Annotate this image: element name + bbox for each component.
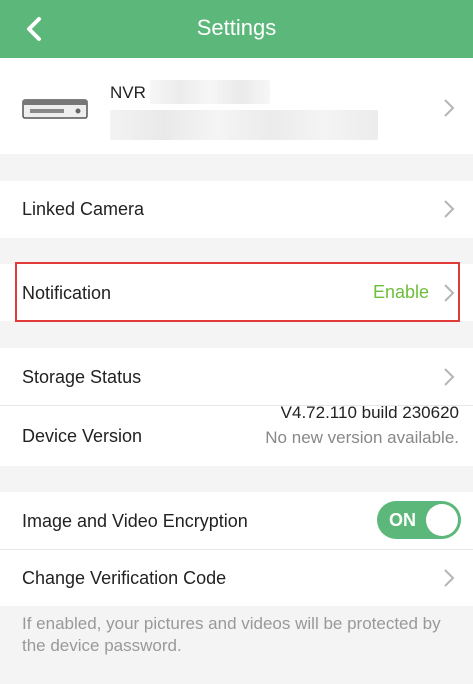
blurred-device-info <box>110 110 378 140</box>
linked-camera-label: Linked Camera <box>22 199 145 219</box>
blurred-device-info <box>150 80 270 104</box>
toggle-knob <box>426 504 458 536</box>
encryption-label: Image and Video Encryption <box>22 511 248 531</box>
change-code-label: Change Verification Code <box>22 568 227 588</box>
highlight-box <box>15 262 460 322</box>
chevron-right-icon <box>443 199 455 219</box>
chevron-right-icon <box>443 568 455 588</box>
toggle-state-label: ON <box>389 510 416 530</box>
version-note: No new version available. <box>265 428 459 447</box>
encryption-note: If enabled, your pictures and videos wil… <box>22 614 441 655</box>
page-title: Settings <box>196 15 277 40</box>
chevron-right-icon <box>443 98 455 118</box>
linked-camera-row[interactable]: Linked Camera <box>0 181 473 238</box>
change-code-row[interactable]: Change Verification Code <box>0 550 473 606</box>
version-value: V4.72.110 build 230620 <box>280 403 459 422</box>
storage-status-label: Storage Status <box>22 367 142 387</box>
device-row[interactable]: NVR <box>0 58 473 154</box>
nvr-device-icon <box>22 94 88 124</box>
encryption-toggle[interactable]: ON <box>377 501 461 539</box>
chevron-right-icon <box>443 367 455 387</box>
device-name: NVR <box>110 83 146 102</box>
device-version-label: Device Version <box>22 426 143 446</box>
header-bar: Settings <box>0 0 473 58</box>
storage-status-row[interactable]: Storage Status <box>0 348 473 405</box>
